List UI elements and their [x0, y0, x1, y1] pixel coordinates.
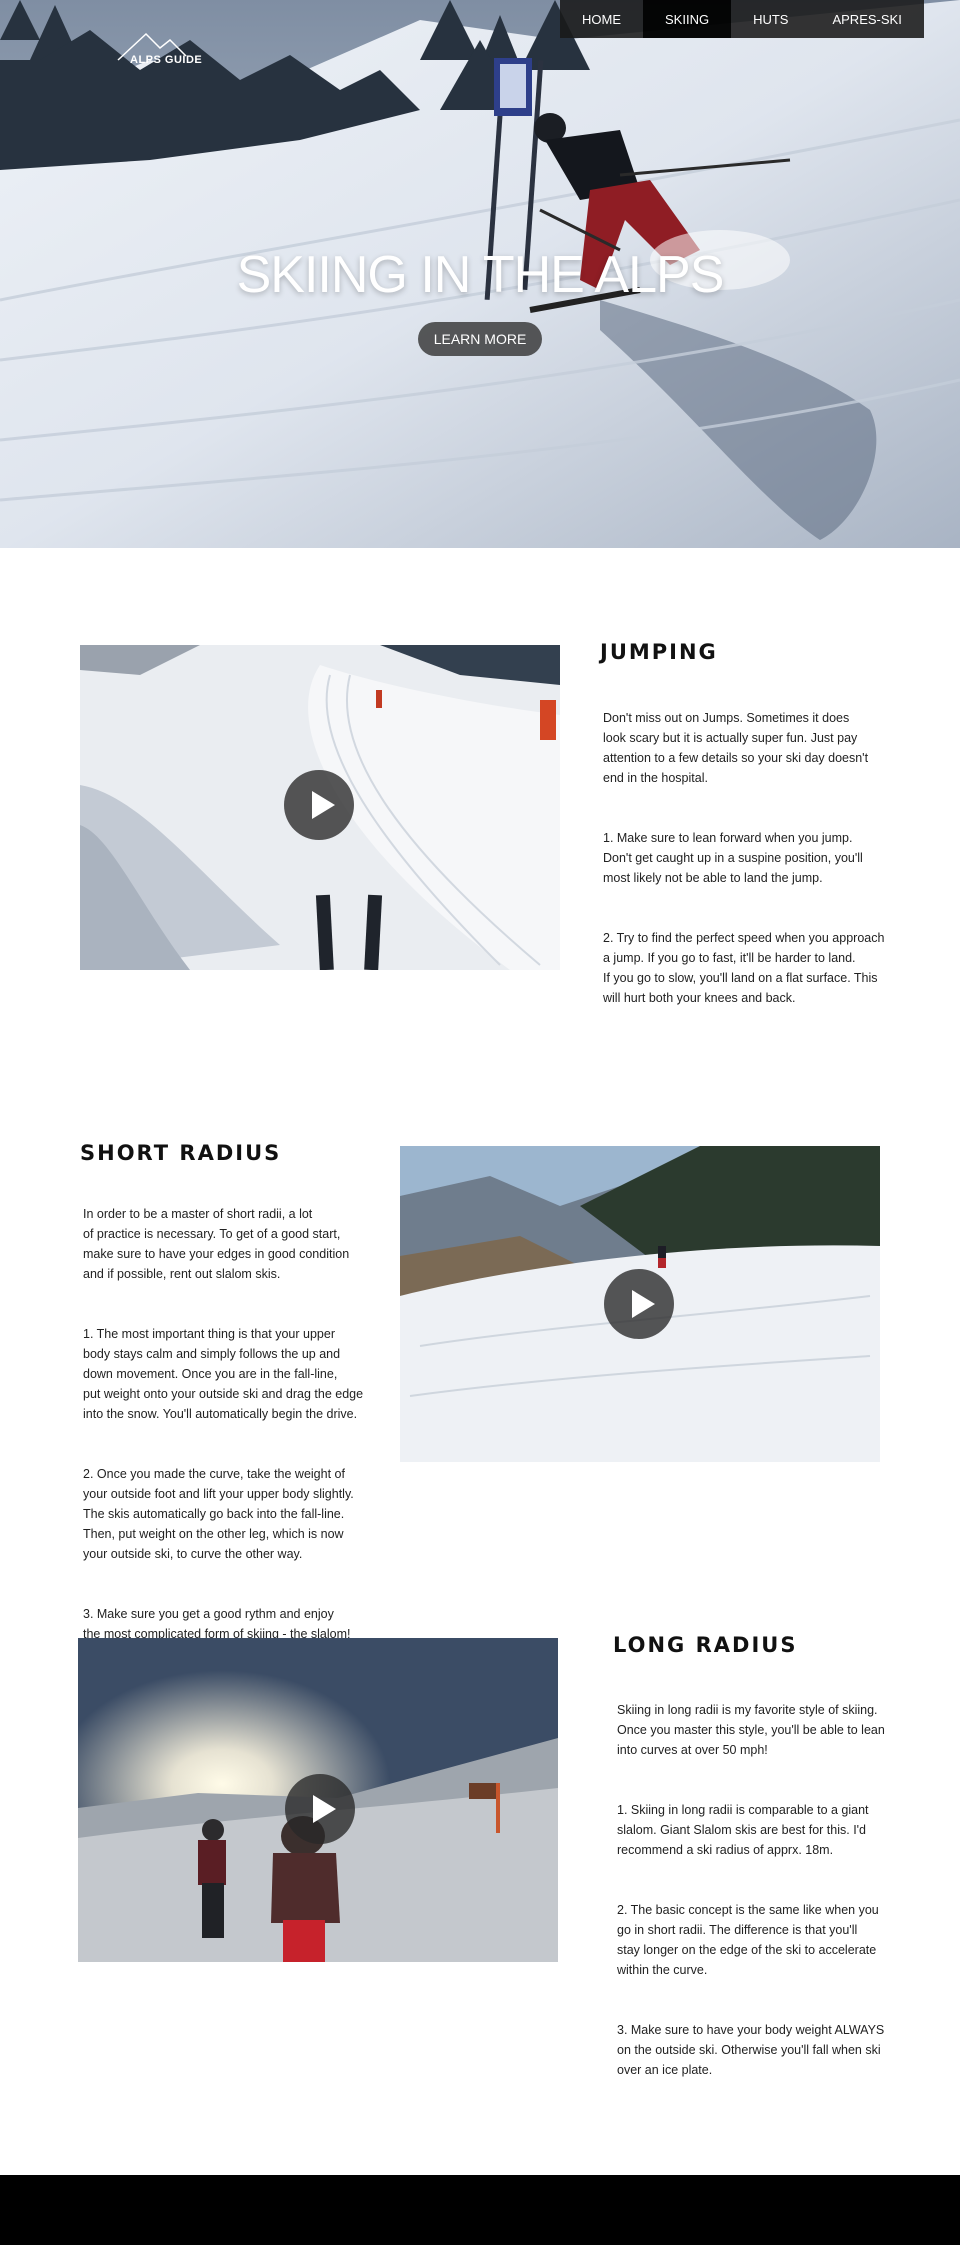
paragraph: 1. Make sure to lean forward when you ju… — [603, 831, 863, 885]
section-title-short-radius: SHORT RADIUS — [80, 1141, 282, 1165]
main-nav: HOME SKIING HUTS APRES-SKI — [560, 0, 924, 38]
section-title-long-radius: LONG RADIUS — [613, 1633, 798, 1657]
section-body-jumping: Don't miss out on Jumps. Sometimes it do… — [603, 688, 903, 1048]
paragraph: 3. Make sure to have your body weight AL… — [617, 2023, 885, 2077]
paragraph: 1. Skiing in long radii is comparable to… — [617, 1803, 869, 1857]
section-title-jumping: JUMPING — [600, 640, 718, 664]
paragraph: 1. The most important thing is that your… — [83, 1327, 364, 1421]
paragraph: 2. Once you made the curve, take the wei… — [83, 1467, 354, 1561]
play-icon[interactable] — [604, 1269, 674, 1339]
short-radius-video[interactable] — [400, 1146, 880, 1462]
long-radius-video[interactable] — [78, 1638, 558, 1962]
paragraph: Don't miss out on Jumps. Sometimes it do… — [603, 711, 869, 785]
section-body-short-radius: In order to be a master of short radii, … — [83, 1184, 383, 1684]
logo-text[interactable]: ALPS GUIDE — [130, 54, 202, 66]
play-icon[interactable] — [285, 1774, 355, 1844]
play-icon[interactable] — [284, 770, 354, 840]
nav-item-home[interactable]: HOME — [560, 0, 643, 38]
paragraph: Skiing in long radii is my favorite styl… — [617, 1703, 885, 1757]
jumping-video[interactable] — [80, 645, 560, 970]
learn-more-button[interactable]: LEARN MORE — [418, 322, 542, 356]
nav-item-huts[interactable]: HUTS — [731, 0, 811, 38]
paragraph: 2. The basic concept is the same like wh… — [617, 1903, 879, 1977]
paragraph: 2. Try to find the perfect speed when yo… — [603, 931, 885, 1005]
paragraph: In order to be a master of short radii, … — [83, 1207, 350, 1281]
section-body-long-radius: Skiing in long radii is my favorite styl… — [617, 1680, 917, 2120]
footer — [0, 2175, 960, 2245]
hero-banner: ALPS GUIDE HOME SKIING HUTS APRES-SKI SK… — [0, 0, 960, 548]
nav-item-apres-ski[interactable]: APRES-SKI — [810, 0, 924, 38]
hero-title: SKIING IN THE ALPS — [236, 246, 725, 304]
nav-item-skiing[interactable]: SKIING — [643, 0, 732, 38]
